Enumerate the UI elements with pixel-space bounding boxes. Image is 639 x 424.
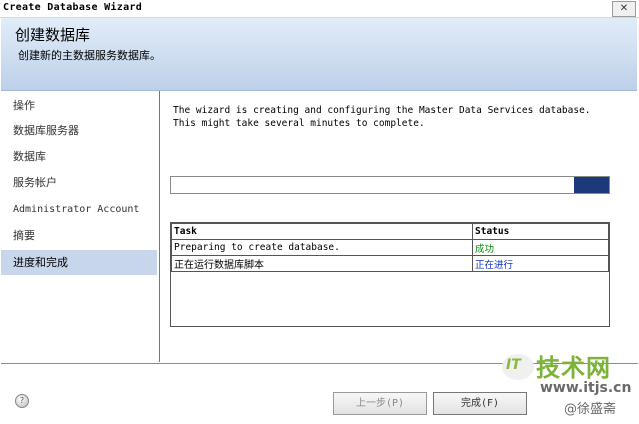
back-button[interactable]: 上一步(P)	[333, 392, 427, 415]
sidebar-item-service-account[interactable]: 服务帐户	[1, 170, 157, 195]
wizard-description: The wizard is creating and configuring t…	[173, 104, 623, 130]
window-title: Create Database Wizard	[3, 2, 143, 13]
main-content: The wizard is creating and configuring t…	[160, 91, 638, 362]
wizard-footer: ? 上一步(P) 完成(F)	[1, 363, 638, 424]
title-bar: Create Database Wizard ✕	[0, 0, 639, 18]
page-subtitle: 创建新的主数据服务数据库。	[18, 49, 161, 62]
sidebar-item-operation[interactable]: 操作	[1, 93, 157, 118]
close-icon[interactable]: ✕	[612, 1, 636, 17]
wizard-steps-sidebar: 操作 数据库服务器 数据库 服务帐户 Administrator Account…	[1, 91, 160, 362]
status-cell: 正在进行	[472, 255, 609, 272]
description-line-2: This might take several minutes to compl…	[173, 118, 425, 129]
task-status-table: Task Status Preparing to create database…	[170, 222, 610, 327]
progress-bar	[170, 176, 610, 194]
table-row: Preparing to create database. 成功	[171, 239, 609, 256]
table-row: 正在运行数据库脚本 正在进行	[171, 255, 609, 272]
column-header-task: Task	[171, 223, 473, 240]
sidebar-item-database-server[interactable]: 数据库服务器	[1, 118, 157, 143]
help-icon[interactable]: ?	[15, 394, 29, 408]
table-header-row: Task Status	[171, 223, 609, 240]
finish-button[interactable]: 完成(F)	[433, 392, 527, 415]
status-cell: 成功	[472, 239, 609, 256]
sidebar-item-progress[interactable]: 进度和完成	[1, 250, 157, 275]
task-cell: Preparing to create database.	[171, 239, 473, 256]
sidebar-item-summary[interactable]: 摘要	[1, 223, 157, 248]
column-header-status: Status	[472, 223, 609, 240]
progress-bar-fill	[573, 177, 609, 193]
task-cell: 正在运行数据库脚本	[171, 255, 473, 272]
sidebar-item-administrator-account[interactable]: Administrator Account	[1, 197, 157, 222]
page-title: 创建数据库	[15, 26, 91, 44]
wizard-header: 创建数据库 创建新的主数据服务数据库。	[1, 18, 637, 91]
sidebar-item-database[interactable]: 数据库	[1, 144, 157, 169]
description-line-1: The wizard is creating and configuring t…	[173, 105, 591, 116]
